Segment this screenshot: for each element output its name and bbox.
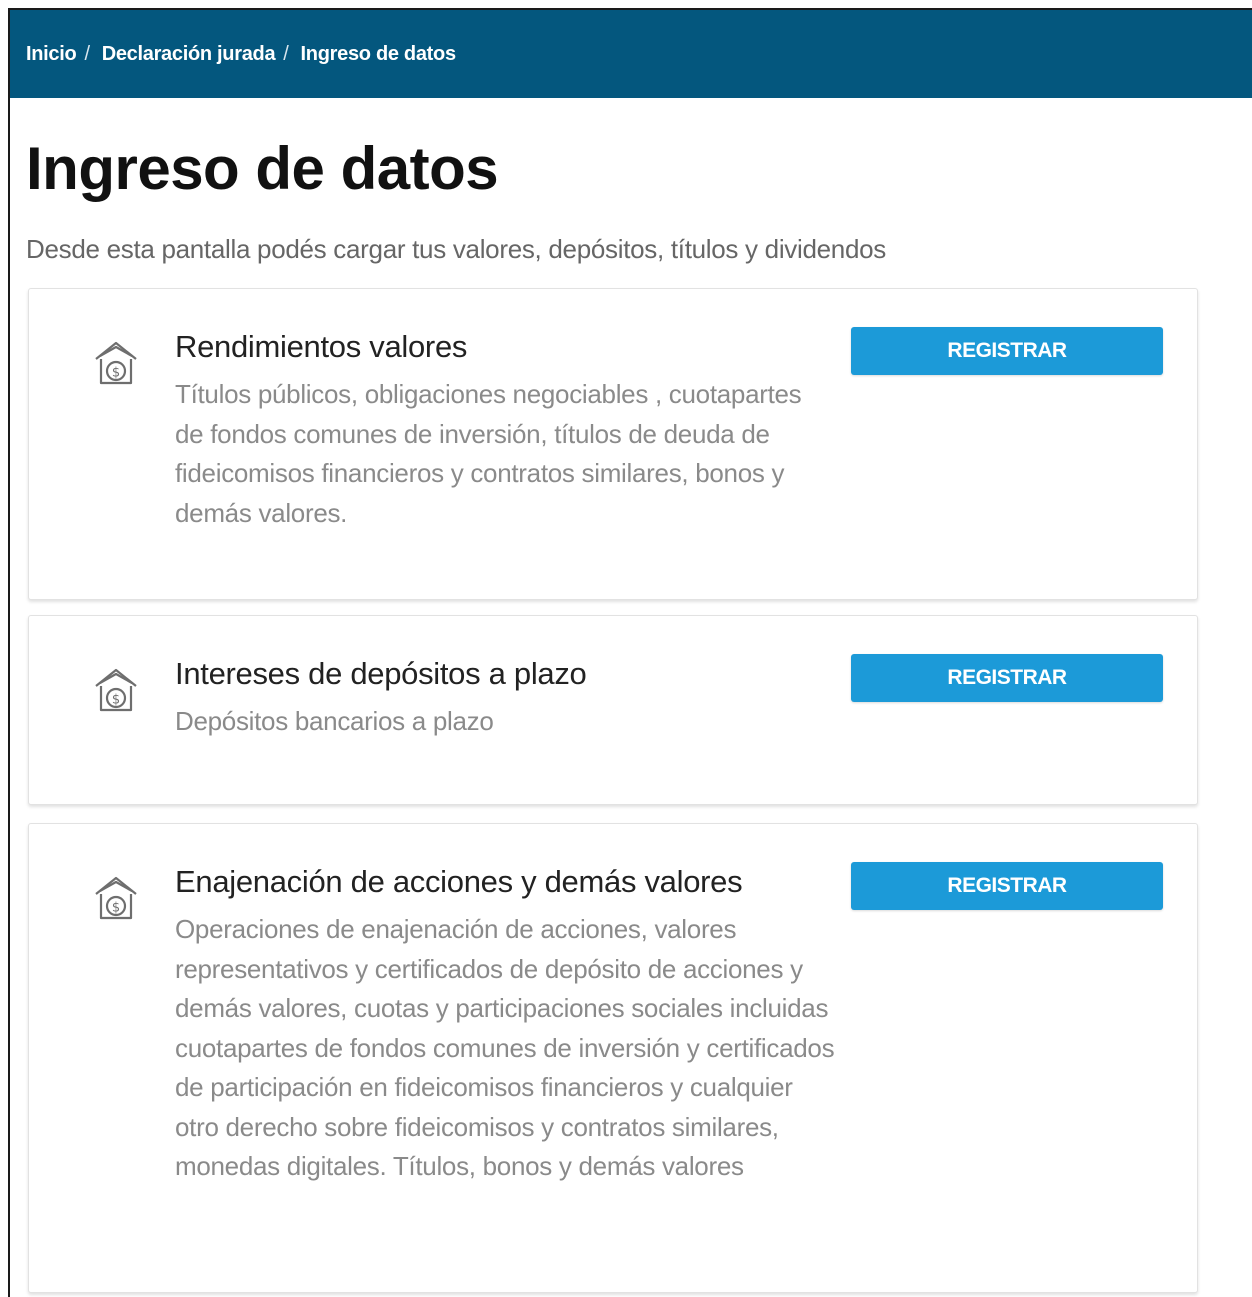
app-window: Inicio / Declaración jurada / Ingreso de…: [8, 8, 1252, 1297]
registrar-button[interactable]: REGISTRAR: [851, 327, 1163, 375]
registrar-button[interactable]: REGISTRAR: [851, 654, 1163, 702]
registrar-button[interactable]: REGISTRAR: [851, 862, 1163, 910]
breadcrumb-separator: /: [84, 42, 90, 65]
card-description: Depósitos bancarios a plazo: [175, 706, 494, 736]
top-navigation-bar: Inicio / Declaración jurada / Ingreso de…: [10, 10, 1252, 98]
page-title: Ingreso de datos: [26, 135, 499, 202]
card-intereses-depositos: $ Intereses de depósitos a plazo Depósit…: [28, 615, 1198, 805]
svg-text:$: $: [112, 693, 120, 708]
svg-text:$: $: [112, 901, 120, 916]
card-title: Intereses de depósitos a plazo: [175, 656, 587, 691]
breadcrumb-declaracion-jurada[interactable]: Declaración jurada: [102, 43, 276, 66]
card-description: Operaciones de enajenación de acciones, …: [175, 914, 835, 1181]
money-house-icon: $: [91, 337, 141, 389]
page-subtitle: Desde esta pantalla podés cargar tus val…: [26, 234, 886, 264]
svg-text:$: $: [112, 366, 120, 381]
card-title: Rendimientos valores: [175, 329, 468, 364]
card-description: Títulos públicos, obligaciones negociabl…: [175, 379, 802, 528]
money-house-icon: $: [91, 872, 141, 924]
card-rendimientos-valores: $ Rendimientos valores Títulos públicos,…: [28, 288, 1198, 600]
breadcrumb: Inicio / Declaración jurada / Ingreso de…: [26, 43, 456, 66]
card-title: Enajenación de acciones y demás valores: [175, 864, 743, 899]
breadcrumb-inicio[interactable]: Inicio: [26, 43, 77, 66]
money-house-icon: $: [91, 664, 141, 716]
breadcrumb-current-page: Ingreso de datos: [300, 42, 457, 65]
card-enajenacion-acciones: $ Enajenación de acciones y demás valore…: [28, 823, 1198, 1293]
breadcrumb-separator: /: [283, 42, 289, 65]
